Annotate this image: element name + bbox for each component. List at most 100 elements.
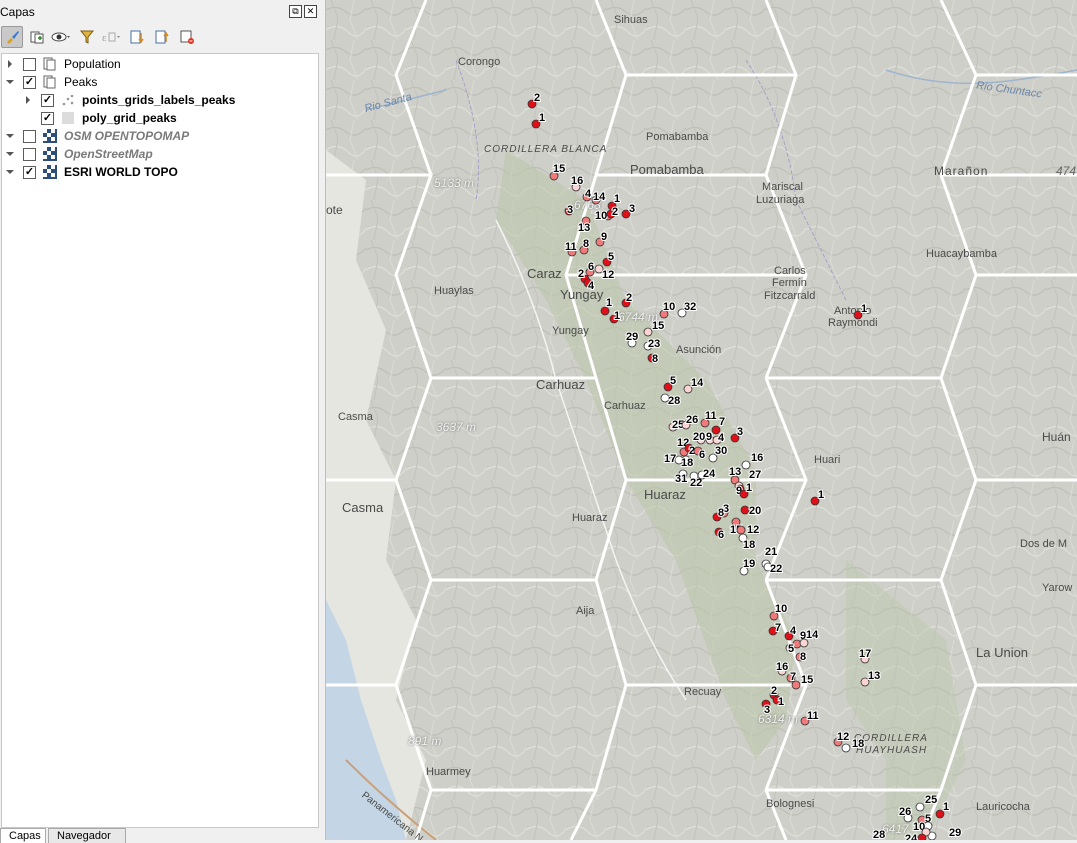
peak-label: 24 [905, 833, 918, 840]
peak-label: 17 [859, 648, 871, 660]
layers-panel: Capas ⧉ ✕ ε Population ✓ Peaks ✓ points_… [0, 0, 326, 843]
peak-label: 15 [652, 320, 664, 332]
peak-label: 4 [790, 625, 797, 637]
polygon-layer-icon [61, 111, 75, 125]
layer-row-points-grids-labels-peaks[interactable]: ✓ points_grids_labels_peaks [23, 91, 235, 109]
peak-point[interactable] [741, 460, 751, 470]
peak-point[interactable] [841, 743, 851, 753]
peak-label: 1 [943, 801, 949, 813]
peak-label: 1 [818, 489, 824, 501]
layer-checkbox[interactable] [23, 57, 36, 71]
peak-point[interactable] [917, 833, 927, 840]
peak-label: 10 [595, 210, 607, 222]
layer-checkbox[interactable] [23, 147, 36, 161]
style-brush-icon[interactable] [1, 26, 23, 48]
peak-label: 7 [775, 622, 781, 634]
collapse-arrow-icon[interactable] [5, 77, 15, 87]
peak-label: 13 [729, 466, 741, 478]
layer-checkbox[interactable] [23, 129, 36, 143]
collapse-arrow-icon[interactable] [5, 167, 15, 177]
layer-row-osm-opentopomap[interactable]: OSM OPENTOPOMAP [5, 127, 189, 145]
visibility-eye-icon[interactable] [51, 26, 73, 48]
layer-checkbox[interactable]: ✓ [23, 165, 36, 179]
peak-label: 26 [686, 414, 698, 426]
expression-filter-icon[interactable]: ε [101, 26, 123, 48]
tab-navegador[interactable]: Navegador [48, 828, 126, 843]
peak-label: 9 [706, 431, 712, 443]
raster-layer-icon [43, 165, 57, 179]
peak-label: 9 [601, 231, 607, 243]
close-panel-button[interactable]: ✕ [304, 5, 317, 18]
layer-checkbox[interactable]: ✓ [41, 93, 54, 107]
collapse-arrow-icon[interactable] [5, 149, 15, 159]
layer-checkbox[interactable]: ✓ [23, 75, 36, 89]
remove-layer-icon[interactable] [176, 26, 198, 48]
peak-point[interactable] [643, 327, 653, 337]
peak-label: 2 [578, 268, 584, 280]
peak-label: 18 [743, 539, 755, 551]
peak-label: 11 [807, 710, 819, 722]
peak-label: 25 [925, 794, 937, 806]
peak-label: 16 [571, 175, 583, 187]
group-icon [43, 57, 57, 71]
peak-label: 5 [608, 251, 614, 263]
collapse-arrow-icon[interactable] [5, 131, 15, 141]
peak-label: 14 [806, 629, 819, 641]
raster-layer-icon [43, 129, 57, 143]
expand-arrow-icon[interactable] [23, 95, 33, 105]
layer-checkbox[interactable]: ✓ [41, 111, 54, 125]
expand-arrow-icon[interactable] [5, 59, 15, 69]
layer-row-peaks[interactable]: ✓ Peaks [5, 73, 97, 91]
peak-label: 10 [775, 603, 787, 615]
layer-row-population[interactable]: Population [5, 55, 121, 73]
peak-label: 5 [670, 375, 676, 387]
peak-label: 16 [751, 452, 763, 464]
peak-label: 12 [747, 524, 759, 536]
layer-name: OpenStreetMap [64, 147, 153, 161]
peak-label: 1 [778, 696, 784, 708]
peak-point[interactable] [736, 525, 746, 535]
layer-name: poly_grid_peaks [82, 111, 177, 125]
layer-name: points_grids_labels_peaks [82, 93, 236, 107]
panel-window-buttons: ⧉ ✕ [289, 5, 317, 18]
layer-row-poly-grid-peaks[interactable]: ✓ poly_grid_peaks [23, 109, 177, 127]
add-group-icon[interactable] [26, 26, 48, 48]
peak-label: 20 [749, 505, 761, 517]
peak-label: 12 [602, 269, 614, 281]
panel-tabs: Capas Navegador [0, 828, 128, 843]
peak-label: 6 [699, 449, 705, 461]
layer-name: OSM OPENTOPOMAP [64, 129, 190, 143]
peak-label: 3 [567, 204, 573, 216]
peak-label: 3 [737, 426, 743, 438]
group-icon [43, 75, 57, 89]
tab-capas[interactable]: Capas [0, 828, 46, 843]
peak-point[interactable] [791, 680, 801, 690]
peak-label: 2 [771, 685, 777, 697]
peak-label: 12 [837, 731, 849, 743]
peak-label: 11 [705, 410, 717, 422]
layer-row-openstreetmap[interactable]: OpenStreetMap [5, 145, 153, 163]
filter-icon[interactable] [76, 26, 98, 48]
peak-label: 20 [693, 431, 705, 443]
peak-point[interactable] [915, 802, 925, 812]
peak-label: 31 [675, 473, 687, 485]
point-layer-icon [61, 93, 75, 107]
peak-label: 4 [585, 188, 592, 200]
peak-label: 2 [612, 206, 618, 218]
layer-row-esri-world-topo[interactable]: ✓ ESRI WORLD TOPO [5, 163, 178, 181]
peak-label: 7 [719, 416, 725, 428]
peak-label: 2 [534, 92, 540, 104]
float-panel-button[interactable]: ⧉ [289, 5, 302, 18]
peak-label: 8 [718, 507, 724, 519]
expand-all-icon[interactable] [126, 26, 148, 48]
collapse-all-icon[interactable] [151, 26, 173, 48]
peak-label: 14 [691, 377, 704, 389]
peak-label: 13 [578, 222, 590, 234]
peak-label: 19 [743, 558, 755, 570]
peak-point[interactable] [740, 505, 750, 515]
peaks-layer: 2115164 14 13103 213911 856122421110 32152923… [527, 91, 962, 840]
raster-layer-icon [43, 147, 57, 161]
peak-label: 1 [746, 482, 752, 494]
layer-name: ESRI WORLD TOPO [64, 165, 178, 179]
map-canvas[interactable]: Sihuas Corongo Pomabamba Pomabamba CORDI… [326, 0, 1077, 840]
